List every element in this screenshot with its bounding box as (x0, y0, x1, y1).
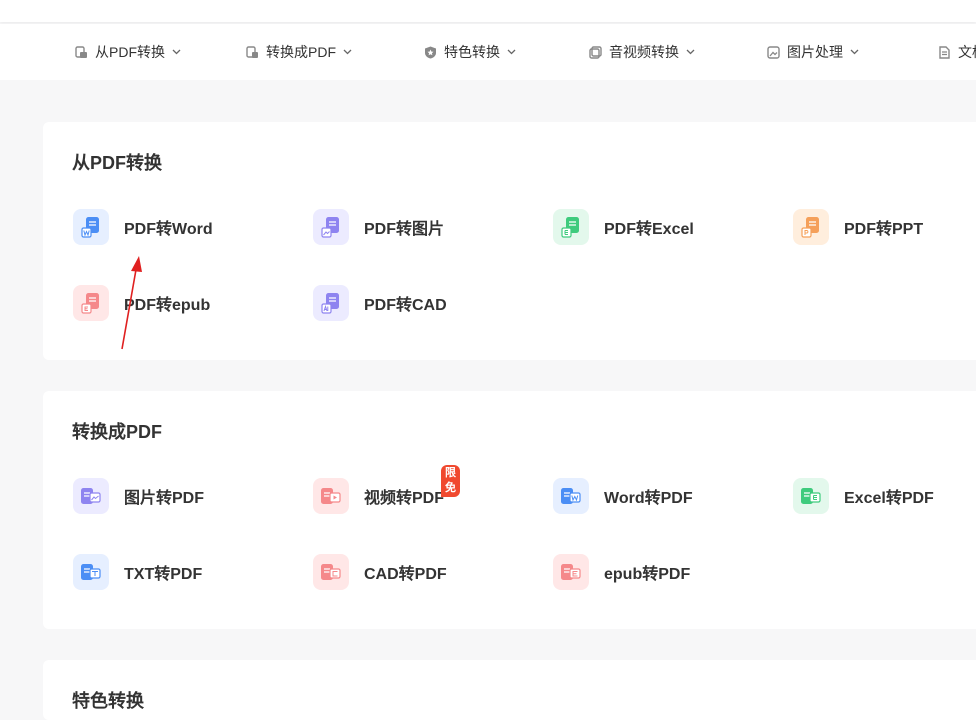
section-to-pdf: 转换成PDF 图片转PDF 视频转PDF 限免 Word转PDF Excel转P… (43, 391, 976, 629)
chevron-down-icon (507, 49, 516, 55)
nav-label: 图片处理 (787, 44, 843, 60)
nav-to-pdf[interactable]: 转换成PDF (246, 24, 352, 80)
tool-label: Word转PDF (604, 490, 693, 507)
section-title: 特色转换 (72, 691, 144, 711)
tool-pdf-to-word[interactable]: PDF转Word (73, 208, 213, 246)
tool-label: PDF转PPT (844, 221, 924, 238)
epub-icon (553, 554, 589, 590)
tool-pdf-to-cad[interactable]: PDF转CAD (313, 284, 447, 322)
image-icon (313, 209, 349, 245)
tool-label: PDF转Excel (604, 221, 694, 238)
to-pdf-icon (246, 45, 258, 58)
image-icon (73, 478, 109, 514)
excel-icon (553, 209, 589, 245)
nav-from-pdf[interactable]: 从PDF转换 (75, 24, 181, 80)
chevron-down-icon (343, 49, 352, 55)
tool-label: Excel转PDF (844, 490, 934, 507)
document-icon (939, 45, 950, 59)
star-shield-icon (425, 46, 436, 58)
tool-label: PDF转CAD (364, 297, 447, 314)
tool-pdf-to-image[interactable]: PDF转图片 (313, 208, 444, 246)
tool-label: 视频转PDF (364, 490, 445, 507)
section-title: 从PDF转换 (72, 153, 162, 173)
free-badge: 限免 (441, 465, 460, 497)
nav-image[interactable]: 图片处理 (767, 24, 859, 80)
word-icon (73, 209, 109, 245)
ppt-icon (793, 209, 829, 245)
tool-epub-to-pdf[interactable]: epub转PDF (553, 553, 690, 591)
epub-icon (73, 285, 109, 321)
tool-label: PDF转epub (124, 297, 211, 314)
tool-label: epub转PDF (604, 566, 691, 583)
tool-cad-to-pdf[interactable]: CAD转PDF (313, 553, 447, 591)
tool-label: TXT转PDF (124, 566, 203, 583)
word-icon (553, 478, 589, 514)
section-special: 特色转换 (43, 660, 976, 720)
media-icon (589, 45, 602, 59)
tool-image-to-pdf[interactable]: 图片转PDF (73, 477, 204, 515)
nav-label: 转换成PDF (266, 44, 336, 60)
tool-label: PDF转图片 (364, 221, 445, 238)
image-icon (767, 45, 780, 59)
nav-label: 文档处理 (958, 44, 976, 60)
pdf-doc-icon (75, 45, 87, 58)
tool-txt-to-pdf[interactable]: TXT转PDF (73, 553, 202, 591)
chevron-down-icon (850, 49, 859, 55)
nav-special[interactable]: 特色转换 (424, 24, 516, 80)
nav-label: 音视频转换 (609, 44, 679, 60)
nav-label: 从PDF转换 (95, 44, 165, 60)
cad-icon (313, 285, 349, 321)
tool-label: PDF转Word (124, 221, 213, 238)
excel-icon (793, 478, 829, 514)
tool-video-to-pdf[interactable]: 视频转PDF 限免 (313, 465, 460, 515)
section-from-pdf: 从PDF转换 PDF转Word PDF转图片 PDF转Excel PDF转PPT… (43, 122, 976, 360)
chevron-down-icon (686, 49, 695, 55)
txt-icon (73, 554, 109, 590)
tool-label: CAD转PDF (364, 566, 447, 583)
tool-pdf-to-epub[interactable]: PDF转epub (73, 284, 210, 322)
tool-word-to-pdf[interactable]: Word转PDF (553, 477, 693, 515)
tool-pdf-to-ppt[interactable]: PDF转PPT (793, 208, 923, 246)
section-title: 转换成PDF (72, 422, 162, 442)
chevron-down-icon (172, 49, 181, 55)
nav-document[interactable]: 文档处理 (938, 24, 976, 80)
nav-media[interactable]: 音视频转换 (589, 24, 695, 80)
nav-label: 特色转换 (444, 44, 500, 60)
top-bar (0, 0, 976, 22)
tool-excel-to-pdf[interactable]: Excel转PDF (793, 477, 934, 515)
video-icon (313, 478, 349, 514)
cad-icon (313, 554, 349, 590)
tool-pdf-to-excel[interactable]: PDF转Excel (553, 208, 694, 246)
category-nav: 从PDF转换 转换成PDF 特色转换 音视频转换 图片处理 文档处理 (0, 24, 976, 80)
tool-label: 图片转PDF (124, 490, 205, 507)
